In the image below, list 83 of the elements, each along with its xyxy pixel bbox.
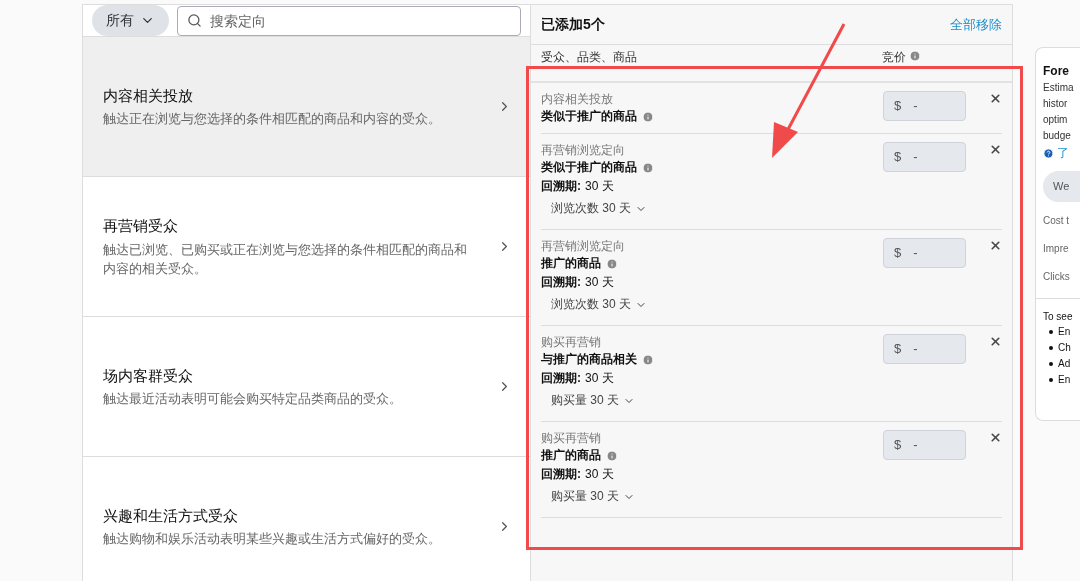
category-description: 触达最近活动表明可能会购买特定品类商品的受众。	[103, 390, 403, 409]
period-tab[interactable]: We	[1043, 171, 1080, 202]
metric-label: Clicks	[1043, 270, 1070, 284]
help-icon	[1043, 147, 1054, 159]
category-title: 再营销受众	[103, 216, 179, 237]
lookback-value: 30 天	[585, 466, 614, 483]
forecast-description: budge	[1043, 129, 1071, 143]
close-button[interactable]	[988, 430, 1002, 444]
target-name: 类似于推广的商品	[541, 108, 637, 125]
category-title: 兴趣和生活方式受众	[103, 505, 239, 526]
info-icon	[642, 110, 654, 123]
search-field[interactable]: 搜索定向	[177, 5, 521, 36]
close-button[interactable]	[988, 334, 1002, 348]
metric-dropdown[interactable]: 浏览次数 30 天	[551, 296, 647, 313]
forecast-description: histor	[1043, 97, 1068, 111]
lookback-label: 回溯期:	[541, 178, 581, 195]
metric-label: Cost t	[1043, 214, 1070, 228]
bid-value: -	[913, 148, 918, 167]
search-icon	[187, 12, 202, 28]
info-icon	[642, 353, 654, 366]
category-item[interactable]: 内容相关投放 触达正在浏览与您选择的条件相匹配的商品和内容的受众。	[83, 37, 530, 177]
bullet-icon	[1049, 346, 1053, 350]
category-description: 触达已浏览、已购买或正在浏览与您选择的条件相匹配的商品和内容的相关受众。	[103, 240, 468, 278]
bullet-icon	[1049, 378, 1053, 382]
category-description: 触达正在浏览与您选择的条件相匹配的商品和内容的受众。	[103, 110, 442, 129]
forecast-title: Fore	[1043, 63, 1069, 80]
target-name: 与推广的商品相关	[541, 351, 637, 368]
metric-dropdown[interactable]: 浏览次数 30 天	[551, 200, 647, 217]
filter-dropdown[interactable]: 所有	[92, 5, 169, 36]
bid-value: -	[913, 340, 918, 359]
bid-field[interactable]: $ -	[883, 334, 966, 364]
bid-field[interactable]: $ -	[883, 91, 966, 121]
metric-dropdown[interactable]: 购买量 30 天	[551, 488, 635, 505]
bullet-text: Ad	[1058, 357, 1071, 371]
currency-symbol: $	[894, 340, 902, 359]
info-icon	[909, 50, 921, 62]
lookback-value: 30 天	[585, 178, 614, 195]
currency-symbol: $	[894, 97, 902, 116]
close-button[interactable]	[988, 238, 1002, 252]
info-icon	[642, 161, 654, 174]
lookback-value: 30 天	[585, 370, 614, 387]
forecast-description: optim	[1043, 113, 1068, 127]
added-count-title: 已添加5个	[541, 15, 605, 34]
currency-symbol: $	[894, 148, 902, 167]
bid-value: -	[913, 244, 918, 263]
bid-value: -	[913, 97, 918, 116]
close-button[interactable]	[988, 91, 1002, 105]
bullet-text: En	[1058, 373, 1071, 387]
info-icon	[606, 257, 618, 270]
currency-symbol: $	[894, 436, 902, 455]
forecast-note: To see	[1043, 310, 1073, 324]
target-name: 推广的商品	[541, 447, 601, 464]
currency-symbol: $	[894, 244, 902, 263]
metric-dropdown[interactable]: 购买量 30 天	[551, 392, 635, 409]
category-description: 触达购物和娱乐活动表明某些兴趣或生活方式偏好的受众。	[103, 530, 442, 549]
bullet-text: Ch	[1058, 341, 1071, 355]
target-category: 购买再营销	[541, 430, 602, 447]
target-name: 类似于推广的商品	[541, 159, 637, 176]
category-title: 场内客群受众	[103, 365, 194, 386]
bullet-text: En	[1058, 325, 1071, 339]
target-name: 推广的商品	[541, 255, 601, 272]
bid-field[interactable]: $ -	[883, 142, 966, 172]
bid-field[interactable]: $ -	[883, 430, 966, 460]
column-header: 受众、品类、商品	[541, 50, 638, 64]
lookback-value: 30 天	[585, 274, 614, 291]
lookback-label: 回溯期:	[541, 274, 581, 291]
bid-value: -	[913, 436, 918, 455]
metric-label: Impre	[1043, 242, 1069, 256]
target-category: 再营销浏览定向	[541, 142, 626, 159]
lookback-label: 回溯期:	[541, 370, 581, 387]
close-button[interactable]	[988, 142, 1002, 156]
category-title: 内容相关投放	[103, 85, 194, 106]
target-category: 内容相关投放	[541, 91, 614, 108]
lookback-label: 回溯期:	[541, 466, 581, 483]
learn-more-link[interactable]: 了	[1057, 144, 1069, 162]
target-category: 购买再营销	[541, 334, 602, 351]
bid-field[interactable]: $ -	[883, 238, 966, 268]
forecast-description: Estima	[1043, 81, 1074, 95]
column-header: 竞价	[882, 50, 906, 64]
bullet-icon	[1049, 330, 1053, 334]
target-category: 再营销浏览定向	[541, 238, 626, 255]
info-icon	[606, 449, 618, 462]
bullet-icon	[1049, 362, 1053, 366]
